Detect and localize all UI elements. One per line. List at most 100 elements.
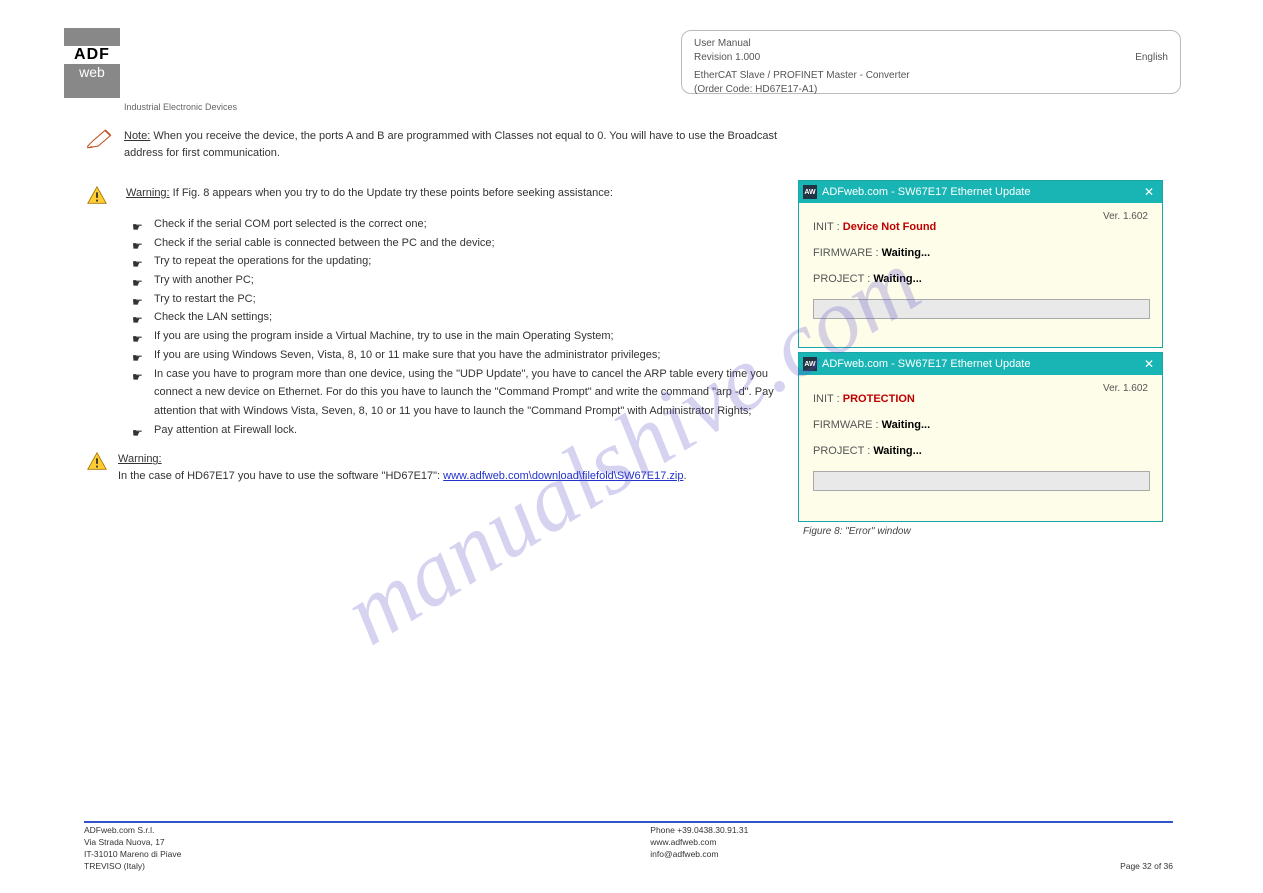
warning-bullets: ☛ Check if the serial COM port selected i… (132, 215, 781, 439)
list-item-text: Check the LAN settings; (154, 308, 272, 327)
list-item: ☛ Check the LAN settings; (132, 308, 781, 327)
init-label: INIT : (813, 393, 840, 405)
firmware-label: FIRMWARE : (813, 247, 879, 259)
warning-block: Warning: If Fig. 8 appears when you try … (86, 185, 781, 207)
hand-point-icon: ☛ (132, 310, 146, 324)
note-label: Note: (124, 130, 150, 142)
dialog-title: ADFweb.com - SW67E17 Ethernet Update (822, 358, 1030, 370)
footer-addr2: IT-31010 Mareno di Piave (84, 849, 607, 861)
list-item-text: In case you have to program more than on… (154, 365, 781, 421)
warning-text: Warning: If Fig. 8 appears when you try … (126, 185, 613, 202)
list-item-text: Check if the serial cable is connected b… (154, 234, 495, 253)
doc-header-language: English (1135, 51, 1168, 65)
init-row: INIT : Device Not Found (813, 221, 1150, 233)
warning-icon (86, 451, 108, 473)
update-dialog-1: AW ADFweb.com - SW67E17 Ethernet Update … (798, 180, 1163, 348)
warning2-before: In the case of HD67E17 you have to use t… (118, 470, 443, 482)
warning2-text: Warning: In the case of HD67E17 you have… (118, 451, 781, 484)
project-status: Waiting... (873, 273, 921, 285)
warning-icon (86, 185, 116, 207)
init-status: Device Not Found (843, 221, 937, 233)
hand-point-icon: ☛ (132, 423, 146, 437)
footer-web: www.adfweb.com (650, 837, 748, 849)
figure-caption: Figure 8: "Error" window (803, 526, 1158, 537)
dialog-titlebar[interactable]: AW ADFweb.com - SW67E17 Ethernet Update … (799, 353, 1162, 375)
project-label: PROJECT : (813, 445, 870, 457)
close-icon[interactable]: ✕ (1141, 185, 1157, 199)
dialog-title: ADFweb.com - SW67E17 Ethernet Update (822, 186, 1030, 198)
list-item-text: Try to repeat the operations for the upd… (154, 252, 371, 271)
list-item-text: If you are using the program inside a Vi… (154, 327, 614, 346)
note-text: Note: When you receive the device, the p… (124, 128, 781, 161)
firmware-status: Waiting... (882, 247, 930, 259)
doc-header-revision: Revision 1.000 (694, 51, 760, 65)
init-label: INIT : (813, 221, 840, 233)
hand-point-icon: ☛ (132, 329, 146, 343)
list-item: ☛ Check if the serial COM port selected i… (132, 215, 781, 234)
main-content: Note: When you receive the device, the p… (86, 128, 781, 492)
hand-point-icon: ☛ (132, 254, 146, 268)
update-dialog-2: AW ADFweb.com - SW67E17 Ethernet Update … (798, 352, 1163, 522)
progress-bar (813, 299, 1150, 319)
project-row: PROJECT : Waiting... (813, 445, 1150, 457)
hand-point-icon: ☛ (132, 236, 146, 250)
page-root: ADF web User Manual Revision 1.000 Engli… (0, 0, 1263, 893)
list-item-text: Try with another PC; (154, 271, 254, 290)
warning-intro: If Fig. 8 appears when you try to do the… (170, 187, 613, 199)
logo-bottom: web (79, 64, 105, 80)
doc-header-line1: User Manual (694, 37, 1168, 51)
firmware-row: FIRMWARE : Waiting... (813, 419, 1150, 431)
note-body: When you receive the device, the ports A… (124, 130, 777, 159)
doc-header-title: EtherCAT Slave / PROFINET Master - Conve… (694, 69, 1168, 83)
close-icon[interactable]: ✕ (1141, 357, 1157, 371)
dialog-version: Ver. 1.602 (1103, 211, 1148, 222)
app-icon: AW (803, 357, 817, 371)
note-block: Note: When you receive the device, the p… (86, 128, 781, 161)
list-item: ☛ If you are using Windows Seven, Vista, … (132, 346, 781, 365)
doc-header-box: User Manual Revision 1.000 English Ether… (681, 30, 1181, 94)
project-row: PROJECT : Waiting... (813, 273, 1150, 285)
list-item-text: Pay attention at Firewall lock. (154, 421, 297, 440)
hand-point-icon: ☛ (132, 217, 146, 231)
footer-addr1: Via Strada Nuova, 17 (84, 837, 607, 849)
list-item: ☛ If you are using the program inside a V… (132, 327, 781, 346)
list-item: ☛ Check if the serial cable is connected … (132, 234, 781, 253)
footer-addr3: TREVISO (Italy) (84, 861, 607, 873)
list-item: ☛ Try with another PC; (132, 271, 781, 290)
warning-label: Warning: (126, 187, 170, 199)
project-status: Waiting... (873, 445, 921, 457)
logo-top: ADF (64, 46, 120, 64)
dialog-version: Ver. 1.602 (1103, 383, 1148, 394)
page-number: Page 32 of 36 (1120, 861, 1173, 873)
warning2-block: Warning: In the case of HD67E17 you have… (86, 451, 781, 484)
list-item: ☛ In case you have to program more than o… (132, 365, 781, 421)
dialog-body: Ver. 1.602 INIT : PROTECTION FIRMWARE : … (799, 375, 1162, 499)
footer-right: Phone +39.0438.30.91.31 www.adfweb.com i… (650, 825, 1173, 873)
list-item: ☛ Try to repeat the operations for the up… (132, 252, 781, 271)
footer-left: ADFweb.com S.r.l. Via Strada Nuova, 17 I… (84, 825, 607, 873)
footer: ADFweb.com S.r.l. Via Strada Nuova, 17 I… (84, 825, 1173, 873)
init-row: INIT : PROTECTION (813, 393, 1150, 405)
warning2-after: . (683, 470, 686, 482)
app-icon: AW (803, 185, 817, 199)
warning2-label: Warning: (118, 453, 162, 465)
progress-bar (813, 471, 1150, 491)
download-link[interactable]: www.adfweb.com\download\filefold\SW67E17… (443, 470, 683, 482)
footer-email: info@adfweb.com (650, 849, 748, 861)
list-item: ☛Try to restart the PC; (132, 290, 781, 309)
pencil-icon (86, 128, 114, 150)
hand-point-icon: ☛ (132, 348, 146, 362)
firmware-label: FIRMWARE : (813, 419, 879, 431)
list-item-text: Try to restart the PC; (154, 290, 256, 309)
list-item-text: If you are using Windows Seven, Vista, 8… (154, 346, 660, 365)
hand-point-icon: ☛ (132, 273, 146, 287)
firmware-status: Waiting... (882, 419, 930, 431)
list-item-text: Check if the serial COM port selected is… (154, 215, 427, 234)
dialog-titlebar[interactable]: AW ADFweb.com - SW67E17 Ethernet Update … (799, 181, 1162, 203)
init-status: PROTECTION (843, 393, 915, 405)
hand-point-icon: ☛ (132, 367, 146, 381)
brand-logo: ADF web (64, 28, 120, 98)
list-item: ☛ Pay attention at Firewall lock. (132, 421, 781, 440)
firmware-row: FIRMWARE : Waiting... (813, 247, 1150, 259)
doc-header-subtitle: (Order Code: HD67E17-A1) (694, 83, 1168, 97)
